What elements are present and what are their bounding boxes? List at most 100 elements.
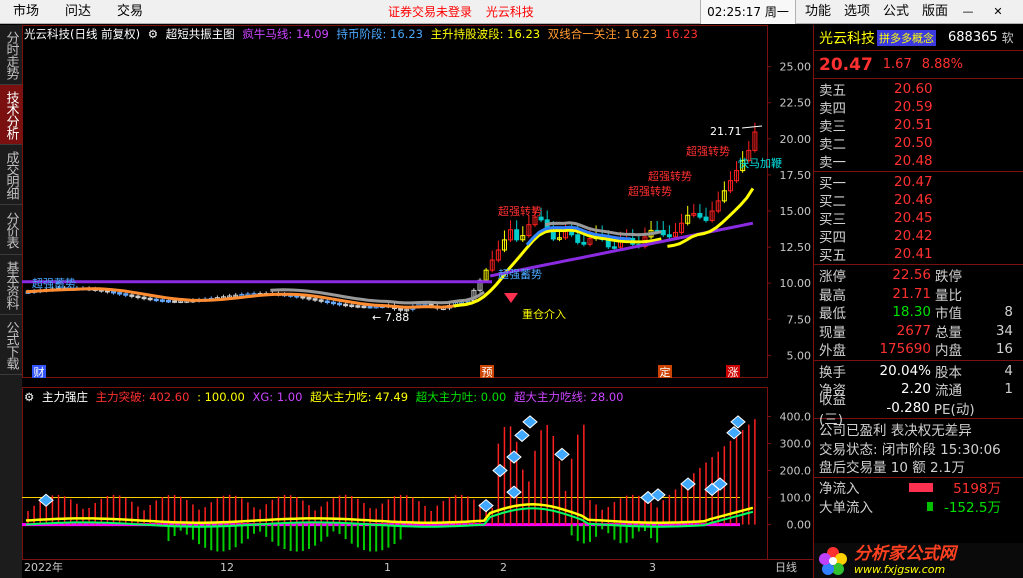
close-icon[interactable]: ✕ [990, 0, 1006, 24]
chart-title: 光云科技(日线 前复权) [24, 27, 141, 41]
logo-url: www.fxjgsw.com [854, 563, 946, 576]
ask-label: 卖四 [819, 101, 846, 117]
signal-label: 超强转势 [628, 184, 672, 198]
y-tick-label: 7.50 [787, 313, 812, 326]
kline-svg[interactable]: 25.0022.5020.0017.5015.0012.5010.007.505… [22, 25, 813, 578]
menu-layout[interactable]: 版面 [915, 0, 954, 24]
flow-value: -152.5万 [943, 500, 1001, 516]
kline-chart-area[interactable]: 25.00 22.50 20.00 17.50 15.00 12.50 10.00 7.50 5… [22, 25, 813, 578]
y-tick-label: 22.50 [780, 97, 812, 110]
bid-row-5: 买五 20.41 [814, 245, 1023, 264]
tab-trade-detail[interactable]: 成交明细 [0, 145, 22, 205]
strong-accumulate-label-2: 超强蓄势 [498, 267, 542, 281]
y-tick-label: 12.50 [780, 241, 812, 254]
menu-market[interactable]: 市场 [0, 0, 52, 24]
diamond-signal-icon [726, 426, 742, 440]
formula-name[interactable]: 超短共振主图 [166, 27, 235, 41]
legend-extra-value: 16.23 [664, 27, 698, 41]
menu-formula[interactable]: 公式 [876, 0, 915, 24]
stat-value: 8 [1004, 304, 1013, 321]
bid-row-4: 买四 20.42 [814, 227, 1023, 246]
bid-price: 20.41 [894, 246, 933, 262]
candle-body [111, 290, 117, 294]
stat-key: 量比 [935, 287, 962, 304]
legend-breakthrough: 主力突破: 402.60 [95, 390, 190, 404]
site-logo: 分析家公式网 www.fxjgsw.com [814, 543, 1023, 578]
menu-function[interactable]: 功能 [798, 0, 837, 24]
diamond-signal-icon [38, 493, 54, 507]
tab-minute-chart[interactable]: 分时走势 [0, 25, 22, 85]
candle-body [703, 216, 709, 221]
diamond-signal-icon [478, 499, 494, 513]
candle-body [165, 299, 171, 303]
legend-hold-cash: 持币阶段: 16.23 [336, 27, 423, 41]
tab-basic-info[interactable]: 基本资料 [0, 255, 22, 315]
sub-formula-settings-icon[interactable]: ⚙ [24, 390, 34, 404]
minimize-icon[interactable]: — [960, 0, 976, 24]
candle-body [349, 304, 355, 308]
period-label: 日线 [775, 560, 797, 574]
legend-crazy-bull: 疯牛马线: 14.09 [242, 27, 329, 41]
tab-technical-analysis[interactable]: 技术分析 [0, 85, 22, 145]
candle-body [367, 305, 373, 309]
bid-label: 买二 [819, 194, 846, 210]
menu-options[interactable]: 选项 [837, 0, 876, 24]
tab-price-table[interactable]: 分价表 [0, 205, 22, 255]
stock-code: 688365 [948, 30, 998, 45]
concept-tag[interactable]: 拼多多概念 [877, 29, 936, 46]
x-tick-label: 2 [500, 561, 507, 574]
stat-key: 市值 [935, 306, 962, 323]
sub-y-tick-label: 300.0 [780, 438, 812, 451]
legend-big-spit: 超大主力吐: 0.00 [415, 390, 507, 404]
candle-body [514, 229, 520, 241]
sub-y-tick-label: 100.0 [780, 492, 812, 505]
login-status[interactable]: 证券交易未登录 [388, 5, 472, 19]
ask-price: 20.48 [894, 153, 933, 169]
info-block: 公司已盈利 表决权无差异 交易状态: 闭市阶段 15:30:06 盘后交易量 1… [814, 419, 1023, 478]
stat-value: 21.71 [892, 285, 931, 302]
ask-price: 20.60 [894, 81, 933, 97]
menu-wenda[interactable]: 问达 [52, 0, 104, 24]
candle-body [697, 212, 703, 218]
stats-block-2: 换手 20.04% 股本 4 净资 2.20 流通 1 收益(三) -0.280 PE(动) [814, 361, 1023, 428]
bid-price: 20.45 [894, 210, 933, 226]
side-tabs: 分时走势 技术分析 成交明细 分价表 基本资料 公式下载 [0, 25, 22, 578]
ask-label: 卖二 [819, 137, 846, 153]
stat-key: 总量 [935, 324, 962, 341]
big-eat-line [25, 503, 754, 524]
menu-trade[interactable]: 交易 [104, 0, 156, 24]
legend-xg: XG: 1.00 [252, 390, 303, 404]
ask-price: 20.59 [894, 99, 933, 115]
stat-row: 现量 2677 总量 34 [814, 322, 1023, 341]
stat-key: 流通 [935, 383, 962, 400]
stats-block-1: 涨停 22.56 跌停 最高 21.71 量比 最低 18.30 市值 8 现量 2677 总量 3… [814, 265, 1023, 361]
top-menu-bar: 市场 问达 交易 证券交易未登录 光云科技 02:25:17 周一 功能 选项 … [0, 0, 1023, 24]
y-tick-label: 15.00 [780, 205, 812, 218]
x-tick-label: 1 [384, 561, 391, 574]
fast-horse-label: 快马加鞭 [738, 156, 782, 170]
stat-key: 最低 [819, 306, 846, 323]
stat-key: 外盘 [819, 343, 846, 360]
candle-body [666, 234, 672, 238]
candle-body [581, 241, 587, 245]
stat-value: 175690 [879, 341, 931, 358]
quote-header: 光云科技 拼多多概念 688365 软 [814, 25, 1023, 51]
diamond-signal-icon [680, 477, 696, 491]
ask-price: 20.50 [894, 135, 933, 151]
net-inflow-row: 净流入 5198万 [814, 478, 1023, 497]
bid-book: 买一 20.47 买二 20.46 买三 20.45 买四 20.42 买五 20.41 [814, 172, 1023, 265]
clock: 02:25:17 周一 [700, 0, 796, 24]
main-panel-frame [22, 25, 768, 378]
sub-y-tick-label: 200.0 [780, 465, 812, 478]
tab-formula-download[interactable]: 公式下载 [0, 315, 22, 375]
stat-value: 16 [995, 341, 1013, 358]
candle-body [172, 300, 178, 303]
high-pointer [741, 125, 763, 129]
stat-value: 2677 [896, 322, 931, 339]
main-chart-legend: 光云科技(日线 前复权) ⚙ 超短共振主图 疯牛马线: 14.09 持币阶段: … [24, 26, 702, 42]
bid-price: 20.47 [894, 174, 933, 190]
stat-key: 现量 [819, 324, 846, 341]
bid-label: 买三 [819, 212, 846, 228]
big-order-inflow-row: 大单流入 -152.5万 [814, 497, 1023, 516]
formula-settings-icon[interactable]: ⚙ [148, 27, 158, 41]
